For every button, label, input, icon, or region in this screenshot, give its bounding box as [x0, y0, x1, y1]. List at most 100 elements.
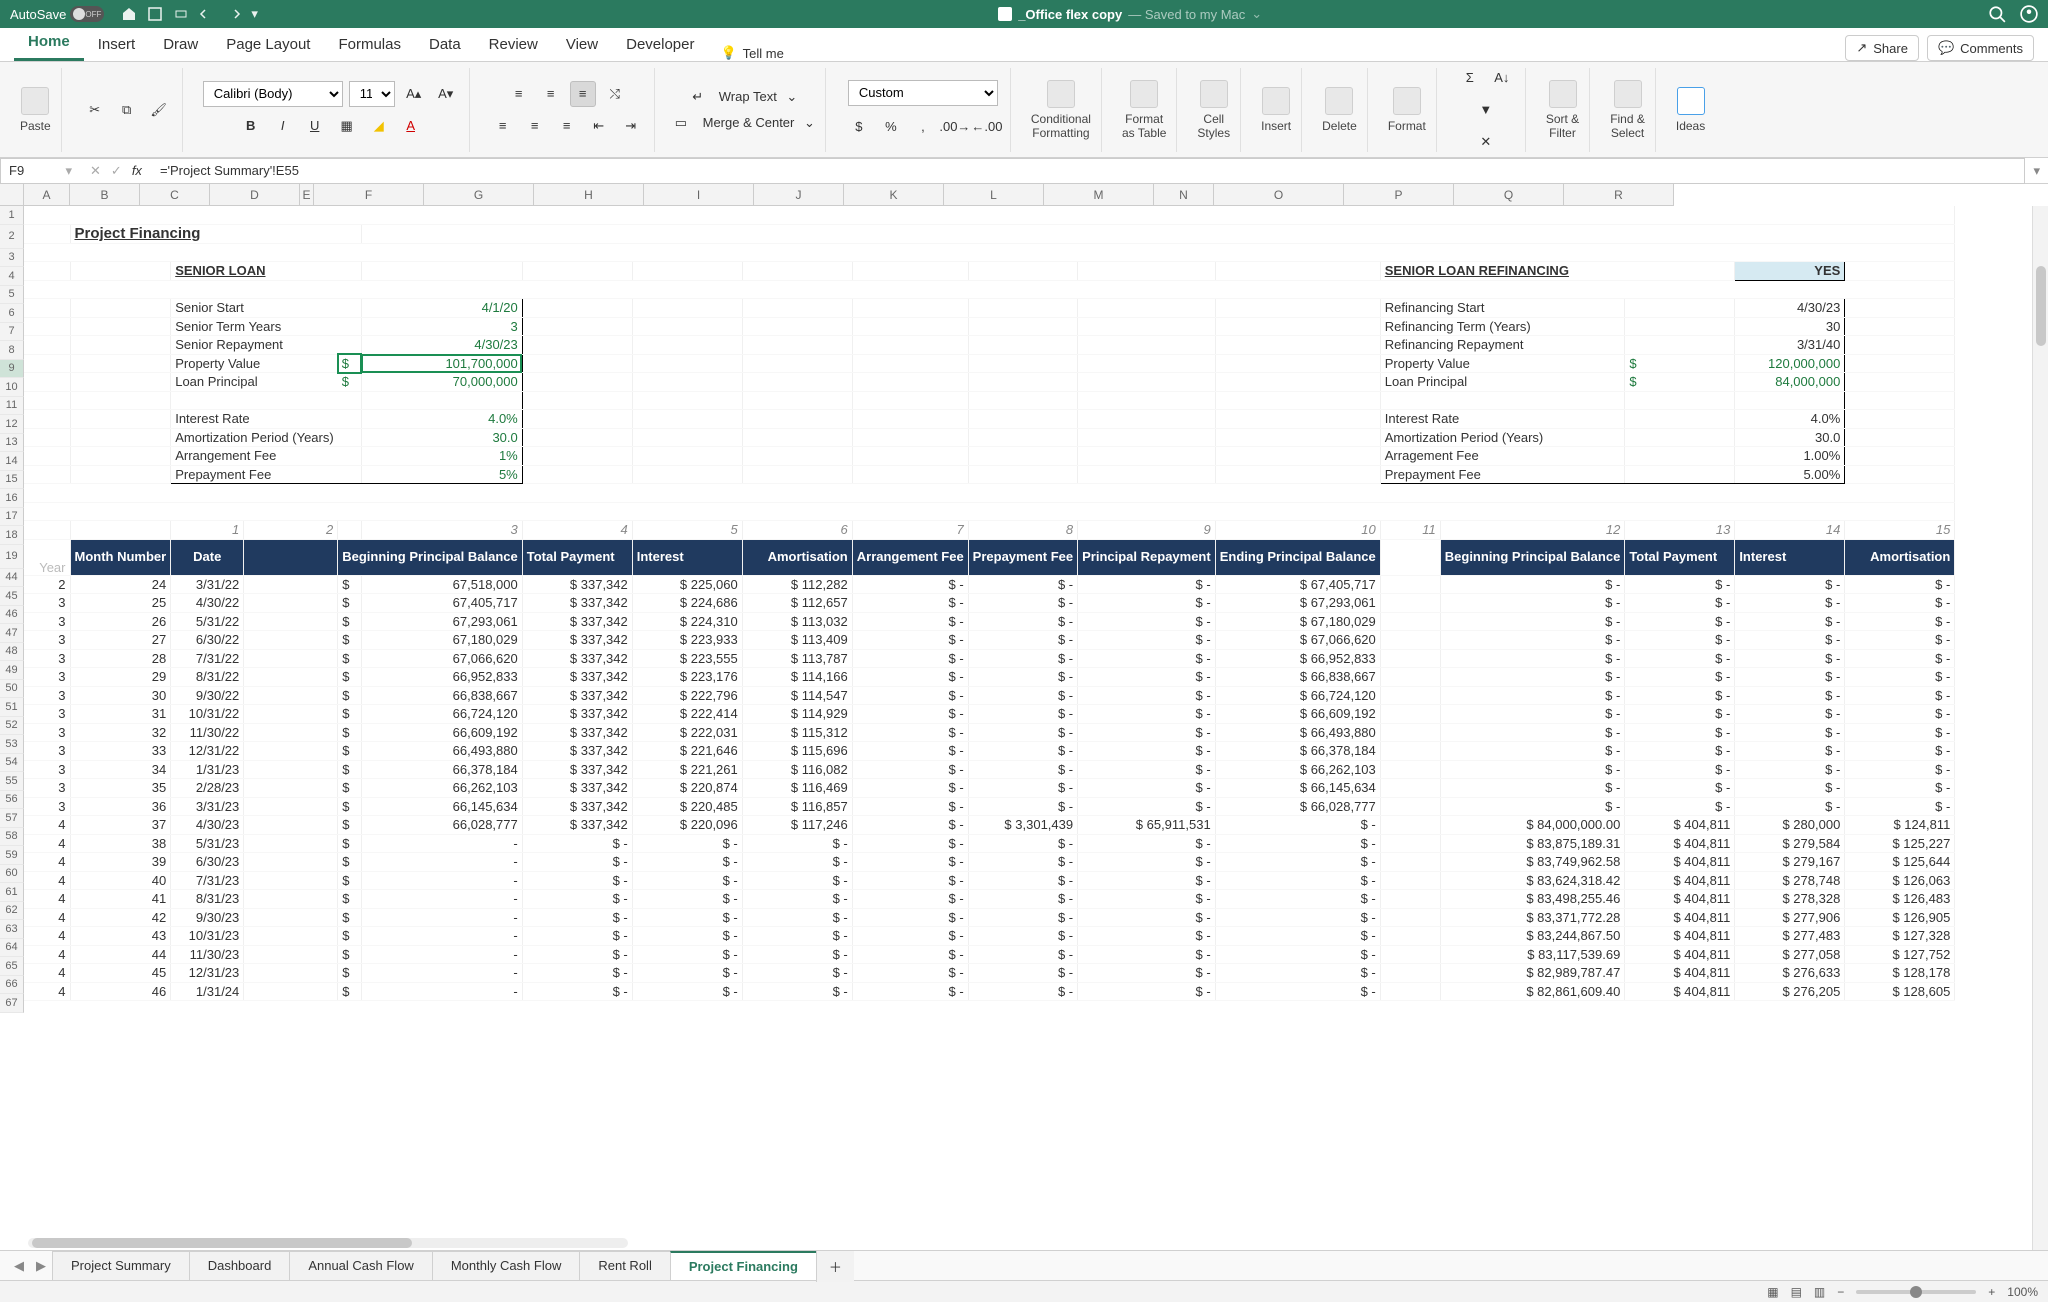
- zoom-out-icon[interactable]: −: [1837, 1285, 1844, 1299]
- tab-formulas[interactable]: Formulas: [324, 30, 415, 61]
- paste-button[interactable]: Paste: [20, 87, 51, 133]
- tab-draw[interactable]: Draw: [149, 30, 212, 61]
- tab-view[interactable]: View: [552, 30, 612, 61]
- row-header-51[interactable]: 51: [0, 698, 24, 717]
- row-header-17[interactable]: 17: [0, 508, 24, 527]
- lightbulb-icon[interactable]: 💡 Tell me: [720, 45, 783, 61]
- col-header-B[interactable]: B: [70, 184, 140, 206]
- fill-color-icon[interactable]: ◢: [366, 113, 392, 139]
- col-header-N[interactable]: N: [1154, 184, 1214, 206]
- tab-page-layout[interactable]: Page Layout: [212, 30, 324, 61]
- fx-icon[interactable]: fx: [132, 163, 142, 178]
- row-header-50[interactable]: 50: [0, 680, 24, 699]
- col-header-D[interactable]: D: [210, 184, 300, 206]
- decrease-indent-icon[interactable]: ⇤: [586, 113, 612, 139]
- cell-styles-button[interactable]: Cell Styles: [1197, 80, 1230, 140]
- row-header-61[interactable]: 61: [0, 883, 24, 902]
- row-header-54[interactable]: 54: [0, 754, 24, 773]
- redo-icon[interactable]: [225, 6, 241, 22]
- row-headers[interactable]: 1234567891011121314151617181944454647484…: [0, 206, 24, 1250]
- horizontal-scrollbar[interactable]: [28, 1238, 628, 1248]
- col-header-I[interactable]: I: [644, 184, 754, 206]
- row-header-60[interactable]: 60: [0, 865, 24, 884]
- expand-formula-icon[interactable]: ▾: [2025, 163, 2048, 179]
- row-header-58[interactable]: 58: [0, 828, 24, 847]
- sheet-tab-project-financing[interactable]: Project Financing: [670, 1251, 816, 1280]
- row-header-14[interactable]: 14: [0, 452, 24, 471]
- borders-icon[interactable]: ▦: [334, 113, 360, 139]
- tab-review[interactable]: Review: [475, 30, 552, 61]
- row-header-16[interactable]: 16: [0, 489, 24, 508]
- row-header-52[interactable]: 52: [0, 717, 24, 736]
- col-header-M[interactable]: M: [1044, 184, 1154, 206]
- formula-input[interactable]: ='Project Summary'!E55: [152, 158, 2026, 184]
- increase-indent-icon[interactable]: ⇥: [618, 113, 644, 139]
- qat-dropdown-icon[interactable]: ▾: [251, 6, 267, 22]
- col-header-Q[interactable]: Q: [1454, 184, 1564, 206]
- underline-button[interactable]: U: [302, 113, 328, 139]
- row-header-66[interactable]: 66: [0, 976, 24, 995]
- row-header-53[interactable]: 53: [0, 735, 24, 754]
- increase-decimal-icon[interactable]: .00→: [942, 114, 968, 140]
- comments-button[interactable]: 💬Comments: [1927, 35, 2034, 61]
- row-header-44[interactable]: 44: [0, 569, 24, 588]
- zoom-value[interactable]: 100%: [2007, 1285, 2038, 1299]
- new-sheet-button[interactable]: ＋: [816, 1250, 854, 1282]
- row-header-13[interactable]: 13: [0, 434, 24, 453]
- name-box[interactable]: F9▾: [0, 158, 80, 184]
- ideas-button[interactable]: Ideas: [1676, 87, 1705, 133]
- tab-developer[interactable]: Developer: [612, 30, 708, 61]
- sheet-tab-project-summary[interactable]: Project Summary: [52, 1251, 189, 1280]
- tab-home[interactable]: Home: [14, 27, 84, 61]
- align-left-icon[interactable]: ≡: [490, 113, 516, 139]
- row-header-18[interactable]: 18: [0, 526, 24, 545]
- row-header-56[interactable]: 56: [0, 791, 24, 810]
- col-header-C[interactable]: C: [140, 184, 210, 206]
- row-header-5[interactable]: 5: [0, 286, 24, 305]
- row-header-55[interactable]: 55: [0, 772, 24, 791]
- row-header-3[interactable]: 3: [0, 249, 24, 268]
- row-header-7[interactable]: 7: [0, 323, 24, 342]
- comma-icon[interactable]: ,: [910, 114, 936, 140]
- cut-icon[interactable]: ✂: [82, 97, 108, 123]
- format-cells-button[interactable]: Format: [1388, 87, 1426, 133]
- decrease-font-icon[interactable]: A▾: [433, 81, 459, 107]
- align-top-icon[interactable]: ≡: [506, 81, 532, 107]
- zoom-slider[interactable]: [1856, 1290, 1976, 1294]
- tab-insert[interactable]: Insert: [84, 30, 150, 61]
- conditional-formatting-button[interactable]: Conditional Formatting: [1031, 80, 1091, 140]
- row-header-46[interactable]: 46: [0, 606, 24, 625]
- decrease-decimal-icon[interactable]: ←.00: [974, 114, 1000, 140]
- row-header-12[interactable]: 12: [0, 415, 24, 434]
- italic-button[interactable]: I: [270, 113, 296, 139]
- merge-center-button[interactable]: ▭ Merge & Center ⌄: [675, 115, 815, 131]
- row-header-4[interactable]: 4: [0, 267, 24, 286]
- row-header-2[interactable]: 2: [0, 225, 24, 249]
- tab-data[interactable]: Data: [415, 30, 475, 61]
- sheet-nav-next-icon[interactable]: ▶: [30, 1258, 52, 1274]
- sort-az-icon[interactable]: A↓: [1489, 65, 1515, 91]
- column-headers[interactable]: ABCDEFGHIJKLMNOPQR: [24, 184, 1674, 206]
- font-color-icon[interactable]: A: [398, 113, 424, 139]
- autosave-toggle[interactable]: AutoSave OFF: [10, 6, 104, 22]
- view-normal-icon[interactable]: ▦: [1767, 1285, 1778, 1299]
- row-header-15[interactable]: 15: [0, 471, 24, 490]
- col-header-G[interactable]: G: [424, 184, 534, 206]
- row-header-62[interactable]: 62: [0, 902, 24, 921]
- autosum-icon[interactable]: Σ: [1457, 65, 1483, 91]
- row-header-59[interactable]: 59: [0, 846, 24, 865]
- row-header-47[interactable]: 47: [0, 624, 24, 643]
- row-header-65[interactable]: 65: [0, 957, 24, 976]
- row-header-10[interactable]: 10: [0, 378, 24, 397]
- col-header-H[interactable]: H: [534, 184, 644, 206]
- zoom-in-icon[interactable]: +: [1988, 1285, 1995, 1299]
- title-chevron-icon[interactable]: ⌄: [1251, 6, 1262, 22]
- col-header-P[interactable]: P: [1344, 184, 1454, 206]
- sheet-tab-rent-roll[interactable]: Rent Roll: [579, 1251, 669, 1280]
- sheet-tab-monthly-cash-flow[interactable]: Monthly Cash Flow: [432, 1251, 580, 1280]
- align-middle-icon[interactable]: ≡: [538, 81, 564, 107]
- save-icon[interactable]: [147, 6, 163, 22]
- font-name-select[interactable]: Calibri (Body): [203, 81, 343, 107]
- row-header-11[interactable]: 11: [0, 397, 24, 416]
- enter-formula-icon[interactable]: ✓: [111, 163, 122, 179]
